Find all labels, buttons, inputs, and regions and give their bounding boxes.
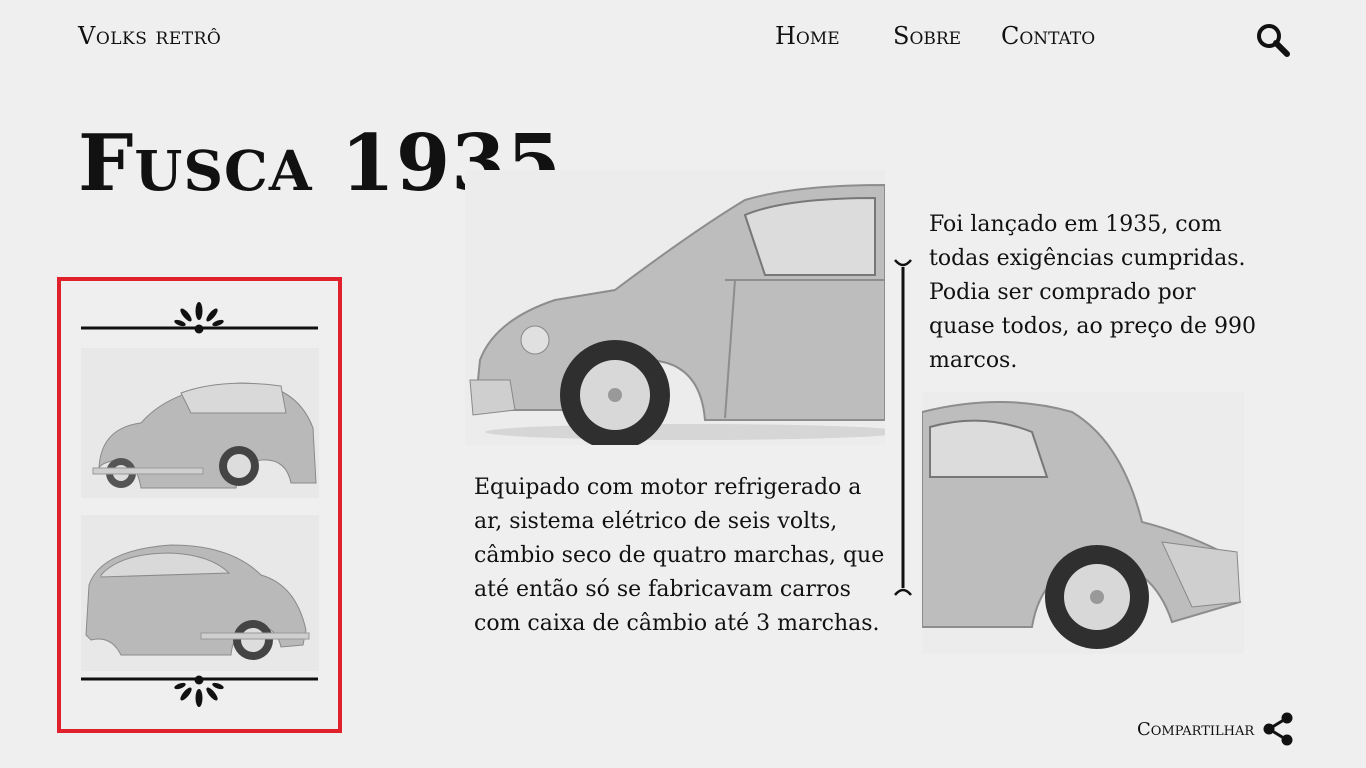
nav-home[interactable]: Home <box>775 22 840 50</box>
description-top: Foi lançado em 1935, com todas exigência… <box>929 212 1256 373</box>
timeline-divider-icon <box>893 255 913 600</box>
nav-sobre[interactable]: Sobre <box>893 22 961 50</box>
nav-contato[interactable]: Contato <box>1001 22 1095 50</box>
share-label: Compartilhar <box>1137 718 1255 740</box>
ornament-divider-icon <box>81 674 318 710</box>
share-icon <box>1263 712 1293 746</box>
brand-logo[interactable]: Volks retrô <box>78 22 221 50</box>
thumbnail-gallery <box>57 277 342 733</box>
ornament-divider-icon <box>81 299 318 335</box>
rear-car-image <box>921 392 1244 654</box>
search-icon[interactable] <box>1255 22 1291 58</box>
thumbnail-car-2[interactable] <box>81 515 319 671</box>
description-bottom: Equipado com motor refrigerado a ar, sis… <box>474 475 885 636</box>
thumbnail-car-1[interactable] <box>81 348 319 498</box>
share-button[interactable]: Compartilhar <box>1137 712 1294 746</box>
hero-car-image <box>465 170 905 450</box>
